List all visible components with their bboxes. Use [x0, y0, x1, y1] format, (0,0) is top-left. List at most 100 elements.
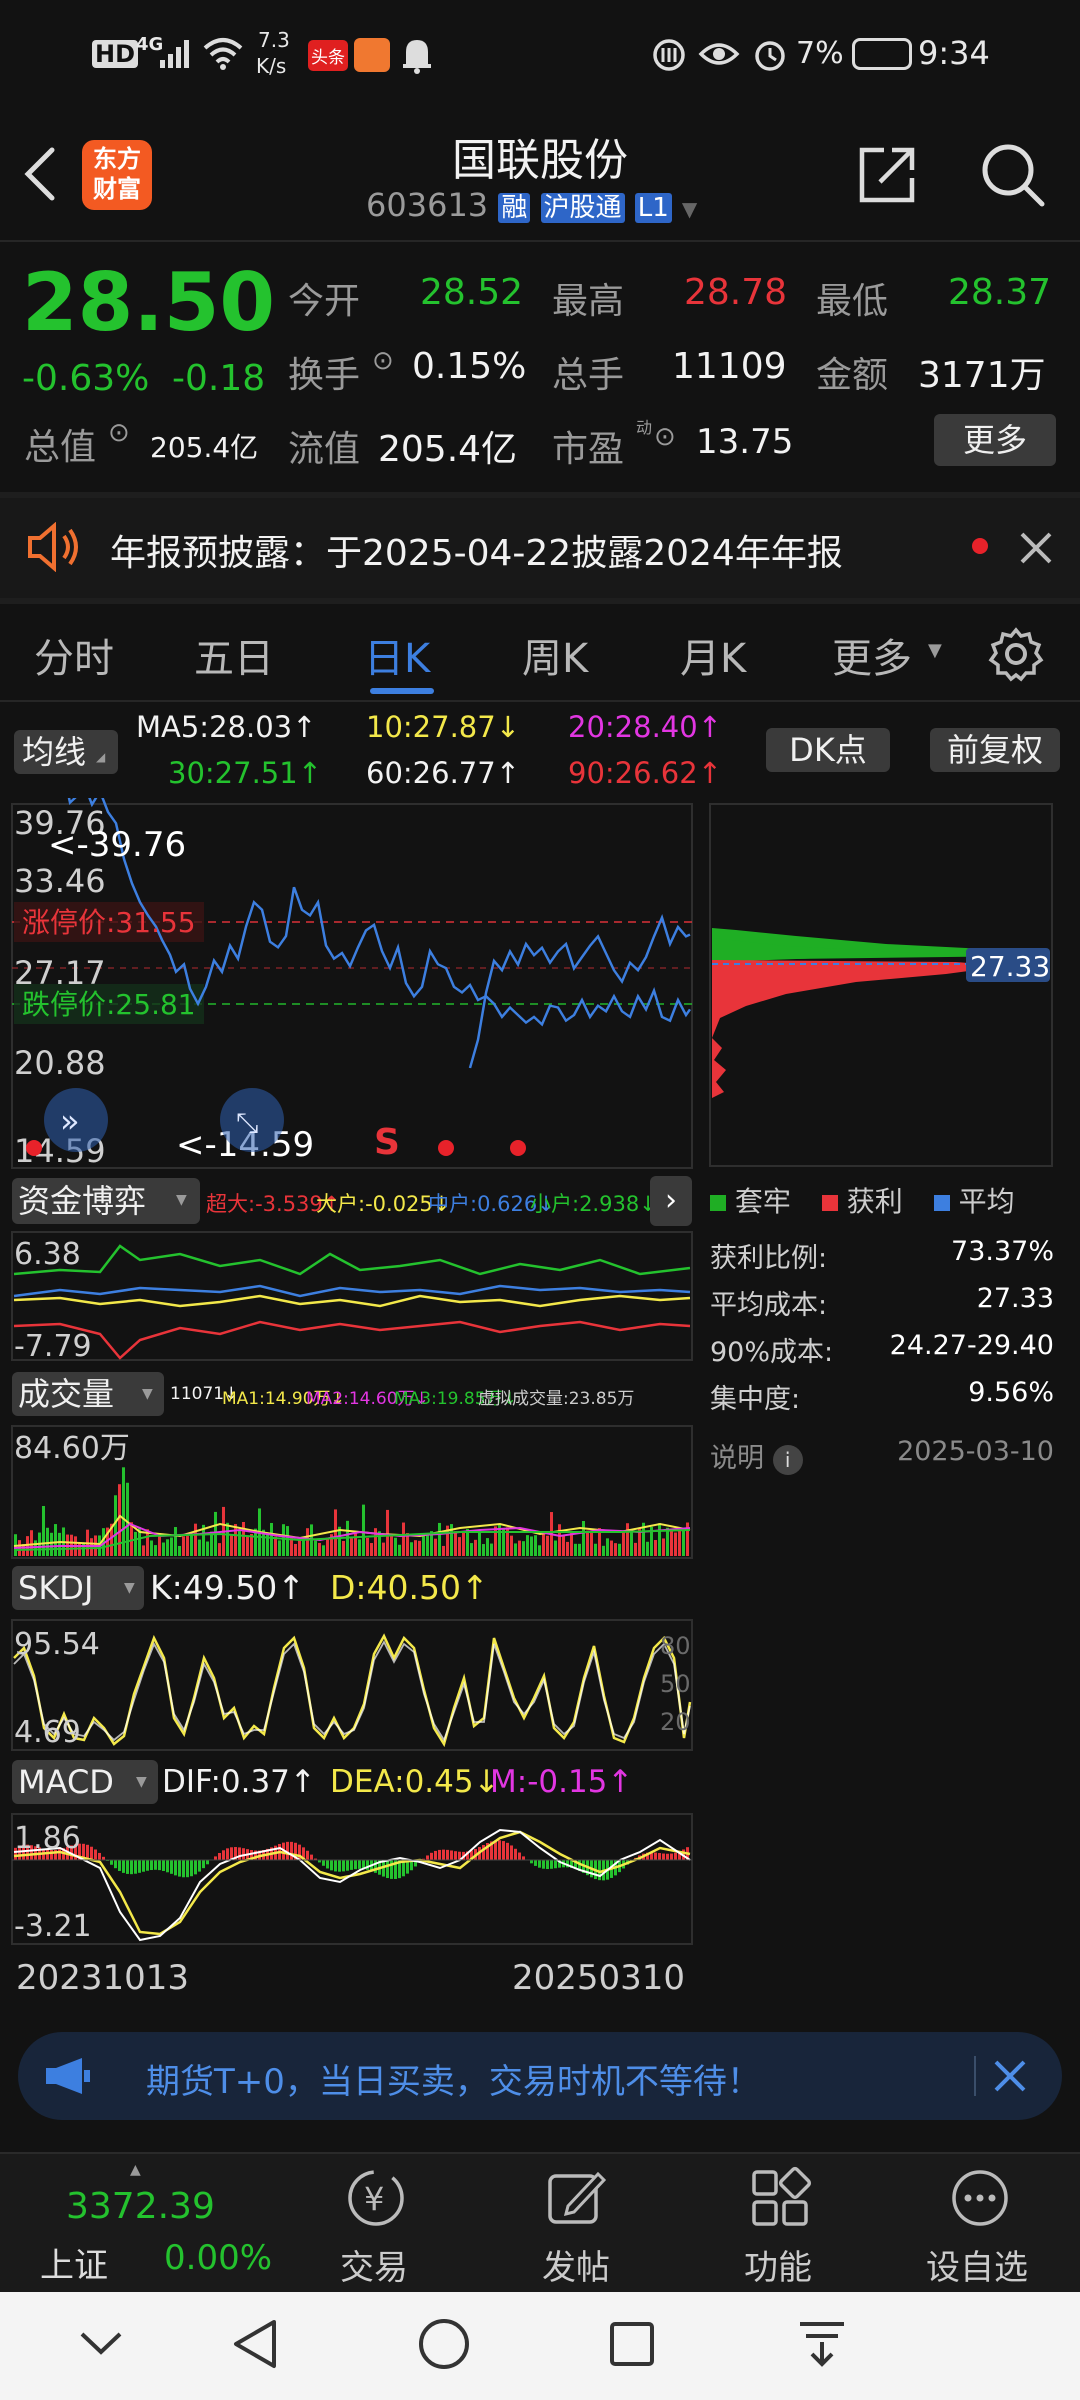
last-price: 28.50	[22, 256, 276, 349]
back-triangle-icon[interactable]	[230, 2318, 280, 2370]
signal-icon	[160, 40, 189, 68]
skdj-chart[interactable]: 95.54 4.69 80 50 20	[0, 1618, 700, 1752]
macd-m: M:-0.15↑	[490, 1764, 634, 1800]
caret-down-icon: ▼	[928, 640, 942, 661]
system-nav-bar	[0, 2292, 1080, 2400]
info-icon: i	[772, 1445, 803, 1475]
nav-functions[interactable]: 功能	[744, 2240, 812, 2289]
download-menu-icon[interactable]	[796, 2318, 848, 2370]
battery-icon	[852, 38, 912, 70]
volume-bar	[438, 1522, 441, 1556]
volume-bar	[530, 1536, 533, 1556]
volume-bar	[326, 1537, 329, 1556]
ad-banner[interactable]: 期货T+0，当日买卖，交易时机不等待！	[18, 2032, 1062, 2120]
skdj-k: K:49.50↑	[150, 1568, 305, 1607]
volume-chart[interactable]: 84.60万	[0, 1424, 700, 1560]
home-circle-icon[interactable]	[416, 2316, 472, 2372]
tab-five-day[interactable]: 五日	[194, 626, 274, 684]
macd-chart[interactable]: 1.86 -3.21	[0, 1812, 700, 1946]
tab-intraday[interactable]: 分时	[34, 626, 114, 684]
macd-bar	[222, 1850, 225, 1860]
macd-bar	[334, 1860, 337, 1872]
search-icon[interactable]	[978, 140, 1048, 210]
macd-bar	[514, 1848, 517, 1860]
caret-down-icon[interactable]: ▼	[682, 197, 697, 221]
adjust-button[interactable]: 前复权	[930, 728, 1060, 772]
virtual-volume: 虚拟成交量:23.85万	[478, 1389, 635, 1409]
volume-bar	[318, 1542, 321, 1556]
volume-bar	[614, 1543, 617, 1556]
more-button[interactable]: 更多	[934, 414, 1056, 466]
close-icon[interactable]	[1018, 530, 1054, 566]
chip-distribution-chart[interactable]: 27.33	[706, 798, 1066, 1172]
avg-cost-tag: 27.33	[970, 950, 1050, 983]
index-name[interactable]: 上证	[40, 2238, 108, 2287]
info-icon[interactable]: ⊙	[654, 422, 676, 452]
macd-bar	[138, 1860, 141, 1873]
fund-legend: 资金博弈 ▼ 超大:-3.539↑ 大户:-0.025↓ 中户:0.626↓ 小…	[0, 1174, 700, 1228]
expand-right-button[interactable]: ›	[650, 1176, 692, 1226]
macd-bar	[142, 1860, 145, 1872]
macd-bar	[98, 1852, 101, 1860]
fund-flow-button[interactable]: 资金博弈	[12, 1178, 200, 1224]
nav-post[interactable]: 发帖	[542, 2240, 610, 2289]
macd-bar	[310, 1854, 313, 1860]
volume-bar	[186, 1536, 189, 1556]
kline-chart[interactable]: 39.76 <-39.76 33.46 涨停价:31.55 27.17 跌停价:…	[0, 798, 700, 1172]
notice-bar[interactable]: 年报预披露：于2025-04-22披露2024年年报	[0, 498, 1080, 598]
macd-bar	[150, 1860, 153, 1871]
share-icon[interactable]	[856, 144, 918, 206]
macd-bar	[430, 1852, 433, 1860]
low-label: 最低	[816, 281, 889, 322]
tab-daily-k[interactable]: 日K	[364, 626, 430, 684]
close-icon[interactable]	[992, 2058, 1028, 2094]
gear-icon[interactable]	[988, 626, 1044, 682]
tab-monthly-k[interactable]: 月K	[680, 626, 746, 684]
y-4: 20.88	[14, 1044, 106, 1082]
info-icon[interactable]: ⊙	[108, 418, 130, 448]
chevron-down-icon[interactable]	[78, 2324, 124, 2364]
skdj-d: D:40.50↑	[330, 1568, 489, 1607]
volume-bar	[466, 1529, 469, 1556]
index-value[interactable]: 3372.39	[66, 2186, 215, 2227]
macd-bar	[206, 1860, 209, 1865]
volume-bar	[390, 1535, 393, 1556]
volume-bar	[606, 1538, 609, 1556]
index-change[interactable]: 0.00%	[164, 2238, 272, 2278]
turnover-label: 换手	[288, 355, 361, 396]
recents-square-icon[interactable]	[608, 2320, 656, 2368]
volume-bar	[578, 1543, 581, 1556]
macd-bar	[434, 1850, 437, 1860]
explain-row[interactable]: 说明 i 2025-03-10	[710, 1436, 1054, 1483]
tab-weekly-k[interactable]: 周K	[522, 626, 588, 684]
limit-down-label: 跌停价:25.81	[22, 988, 196, 1021]
low-value: 28.37	[948, 272, 1052, 313]
legend-trapped-swatch	[710, 1195, 726, 1211]
macd-bar	[670, 1853, 673, 1860]
volume-bar	[478, 1529, 481, 1556]
volume-bar	[410, 1542, 413, 1556]
volume-bar	[602, 1545, 605, 1556]
bottom-nav: ▲ 3372.39 上证 0.00% ¥ 交易 发帖 功能 设自选	[0, 2152, 1080, 2292]
tab-more[interactable]: 更多	[832, 626, 912, 684]
macd-bar	[450, 1850, 453, 1860]
toutiao-icon: 头条	[308, 40, 348, 71]
info-icon[interactable]: ⊙	[372, 346, 394, 376]
clock: 9:34	[918, 34, 990, 72]
fund-yellow-line	[13, 1294, 691, 1308]
open-value: 28.52	[420, 272, 524, 313]
change-percent: -0.63%	[22, 358, 150, 399]
macd-bar	[522, 1856, 525, 1860]
tag-connect: 沪股通	[540, 193, 625, 223]
skdj-d-line	[13, 1633, 692, 1748]
fund-flow-chart[interactable]: 6.38 -7.79	[0, 1230, 700, 1362]
nav-add-watchlist[interactable]: 设自选	[926, 2240, 1028, 2289]
macd-bar	[438, 1849, 441, 1860]
volume-bar	[298, 1539, 301, 1556]
nav-trade[interactable]: 交易	[340, 2240, 408, 2289]
volume-bar	[682, 1529, 685, 1556]
nfc-icon	[653, 39, 685, 71]
macd-bar	[290, 1841, 293, 1860]
dk-point-button[interactable]: DK点	[766, 728, 890, 772]
volume-bar	[174, 1527, 177, 1556]
